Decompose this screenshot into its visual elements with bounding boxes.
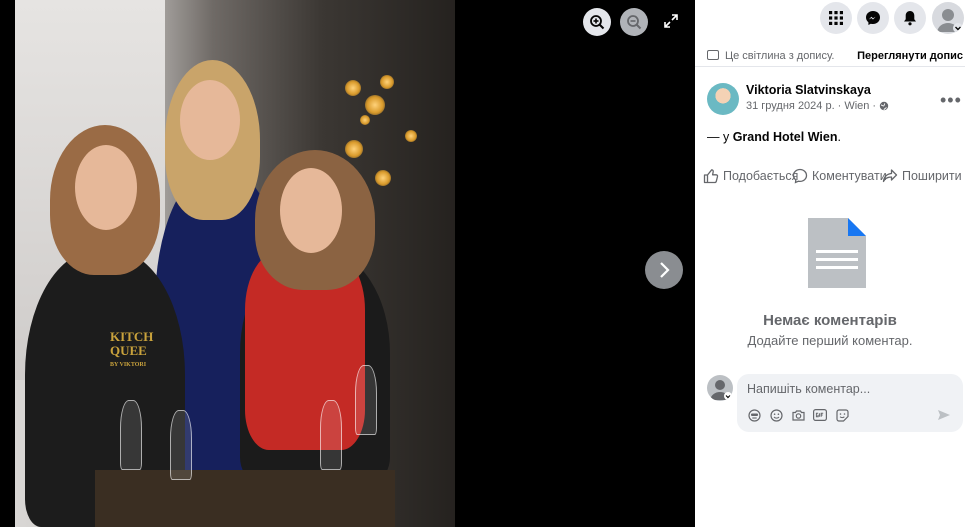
photo-light	[380, 75, 394, 89]
apps-grid-icon	[829, 11, 843, 25]
like-icon	[703, 169, 719, 184]
more-options-button[interactable]: •••	[940, 90, 962, 111]
send-comment-button[interactable]	[937, 408, 951, 422]
menu-button[interactable]	[820, 2, 852, 34]
like-button[interactable]: Подобається	[703, 168, 798, 184]
place-link[interactable]: Grand Hotel Wien	[733, 130, 838, 144]
profile-icon	[710, 380, 732, 400]
view-post-link[interactable]: Переглянути допис	[857, 50, 963, 62]
share-icon	[882, 169, 898, 183]
fullscreen-icon	[664, 14, 678, 28]
photo-from-post-notice: Це світлина з допису. Переглянути допис	[695, 45, 965, 67]
photo-light	[360, 115, 370, 125]
sticker-icon	[835, 408, 849, 422]
camera-icon	[791, 410, 805, 421]
next-photo-button[interactable]	[645, 251, 683, 289]
comment-label: Коментувати	[812, 169, 887, 183]
notice-text: Це світлина з допису.	[725, 50, 835, 62]
apron-logo-line: BY VIKTORI	[110, 362, 147, 368]
chevron-right-icon	[660, 262, 670, 278]
photo-light	[345, 140, 363, 158]
person-right-face	[280, 168, 342, 253]
meta-separator: ·	[872, 100, 877, 112]
author-name[interactable]: Viktoria Slatvinskaya	[746, 83, 871, 97]
post-text-prefix: — у	[707, 130, 733, 144]
messenger-icon	[866, 11, 880, 25]
comment-icon	[792, 168, 808, 184]
profile-icon	[937, 9, 963, 33]
zoom-out-button[interactable]	[620, 8, 648, 36]
share-button[interactable]: Поширити	[882, 168, 962, 184]
meta-separator: ·	[837, 100, 842, 112]
post-text-suffix: .	[837, 130, 841, 144]
post-text: — у Grand Hotel Wien.	[707, 130, 841, 144]
avatar-sticker-button[interactable]	[747, 408, 761, 422]
gif-button[interactable]	[813, 408, 827, 422]
zoom-in-button[interactable]	[583, 8, 611, 36]
apron-logo-line: QUEE	[110, 343, 147, 358]
post-icon	[707, 50, 719, 60]
post-meta: 31 грудня 2024 р. · Wien ·	[746, 100, 889, 112]
notifications-button[interactable]	[894, 2, 926, 34]
photo-light	[375, 170, 391, 186]
no-comments-title: Немає коментарів	[763, 312, 897, 329]
zoom-out-icon	[627, 15, 642, 30]
sticker-button[interactable]	[835, 408, 849, 422]
apron-logo: KITCH QUEE BY VIKTORI	[110, 330, 180, 372]
post-side-panel: Це світлина з допису. Переглянути допис …	[695, 0, 965, 527]
photo-light	[365, 95, 385, 115]
photo-table	[95, 470, 395, 527]
photo-light	[345, 80, 361, 96]
apron-logo-line: KITCH	[110, 329, 154, 344]
no-comments-subtitle: Додайте перший коментар.	[747, 333, 913, 348]
post-location[interactable]: Wien	[844, 100, 869, 112]
wine-glass	[120, 400, 142, 470]
emoji-button[interactable]	[769, 408, 783, 422]
emoji-icon	[769, 408, 783, 422]
globe-icon	[879, 101, 889, 111]
post-photo: KITCH QUEE BY VIKTORI	[15, 0, 455, 527]
more-icon: •••	[940, 90, 962, 110]
like-label: Подобається	[723, 169, 799, 183]
camera-button[interactable]	[791, 408, 805, 422]
comment-composer	[737, 374, 963, 432]
share-label: Поширити	[902, 169, 962, 183]
gif-icon	[813, 409, 827, 421]
author-avatar[interactable]	[707, 83, 739, 115]
wine-glass	[320, 400, 342, 470]
zoom-in-icon	[590, 15, 605, 30]
post-date[interactable]: 31 грудня 2024 р.	[746, 100, 835, 112]
comment-input[interactable]	[747, 380, 947, 398]
post-actions: Подобається Коментувати Поширити	[695, 168, 965, 188]
messenger-button[interactable]	[857, 2, 889, 34]
wine-glass	[355, 365, 377, 435]
send-icon	[938, 410, 950, 420]
fullscreen-button[interactable]	[661, 11, 681, 31]
person-middle-face	[180, 80, 240, 160]
bell-icon	[904, 11, 916, 26]
wine-glass	[170, 410, 192, 480]
photo-light	[405, 130, 417, 142]
avatar-sticker-icon	[747, 408, 761, 422]
top-bar	[695, 0, 965, 36]
document-icon	[808, 218, 866, 288]
photo-viewer: KITCH QUEE BY VIKTORI	[0, 0, 695, 527]
profile-button[interactable]	[932, 2, 964, 34]
current-user-avatar[interactable]	[707, 375, 733, 401]
person-left-face	[75, 145, 137, 230]
comment-button[interactable]: Коментувати	[792, 168, 887, 184]
